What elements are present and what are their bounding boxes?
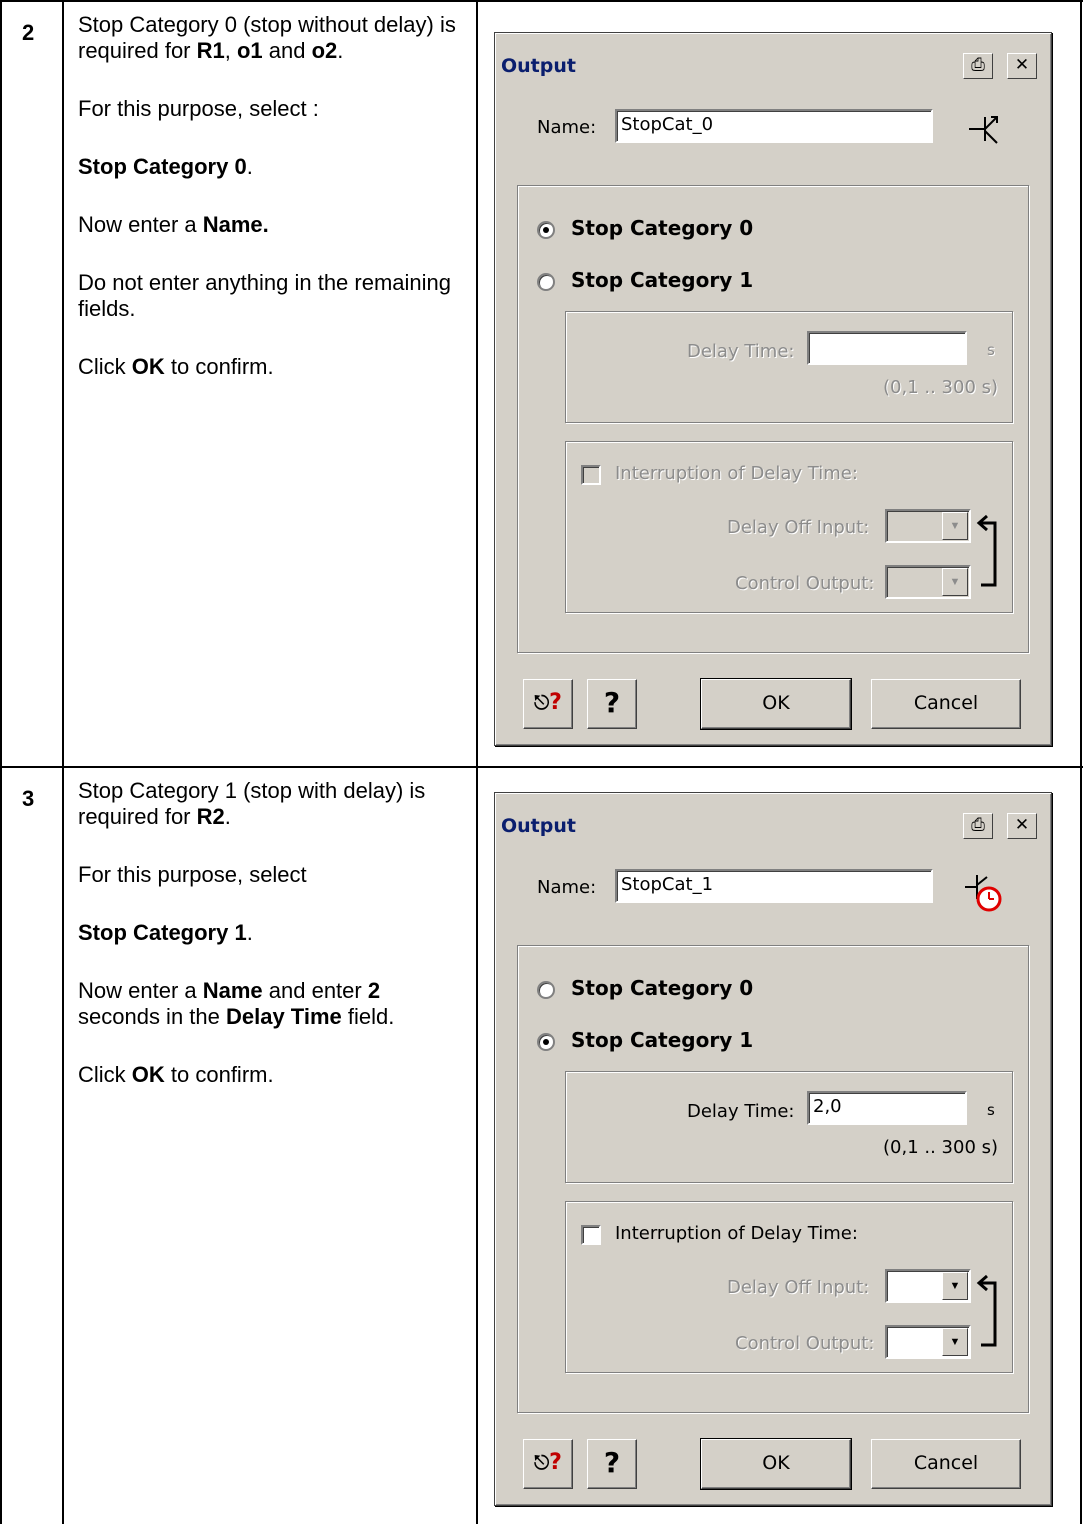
instruction-paragraph: Stop Category 0 (stop without delay) is … bbox=[78, 12, 456, 63]
control-output-label: Control Output: bbox=[735, 1333, 875, 1354]
context-help-icon: ⎋? bbox=[534, 1450, 562, 1475]
control-output-select[interactable]: ▼ bbox=[885, 565, 971, 599]
radio-stop-category-0[interactable] bbox=[537, 981, 555, 999]
printer-icon: ⎙ bbox=[971, 815, 985, 835]
close-icon: ✕ bbox=[1014, 55, 1030, 75]
radio-selected-dot bbox=[543, 227, 549, 233]
name-field[interactable]: StopCat_1 bbox=[615, 869, 933, 903]
interruption-label: Interruption of Delay Time: bbox=[615, 1223, 858, 1244]
instruction-paragraph: Click OK to confirm. bbox=[78, 354, 274, 379]
help-button[interactable]: ? bbox=[587, 1439, 637, 1489]
cancel-button[interactable]: Cancel bbox=[871, 1439, 1021, 1489]
step-instructions: Stop Category 0 (stop without delay) is … bbox=[78, 12, 468, 412]
ok-button[interactable]: OK bbox=[700, 1438, 852, 1490]
connection-bracket-icon bbox=[976, 514, 997, 587]
help-button[interactable]: ? bbox=[587, 679, 637, 729]
chevron-down-icon[interactable]: ▼ bbox=[942, 1328, 968, 1356]
radio-stop-category-1[interactable] bbox=[537, 273, 555, 291]
step-number: 2 bbox=[22, 20, 35, 45]
instruction-paragraph: Do not enter anything in the remaining f… bbox=[78, 270, 452, 321]
instruction-paragraph: Now enter a Name and enter 2 seconds in … bbox=[78, 978, 395, 1029]
dialog-title: Output bbox=[501, 815, 576, 837]
step-instructions: Stop Category 1 (stop with delay) is req… bbox=[78, 778, 468, 1120]
delay-time-unit: s bbox=[987, 341, 995, 359]
printer-icon: ⎙ bbox=[971, 55, 985, 75]
delay-off-input-select[interactable]: ▼ bbox=[885, 1269, 971, 1303]
connection-bracket-icon bbox=[976, 1274, 997, 1347]
print-button[interactable]: ⎙ bbox=[963, 53, 993, 79]
interruption-label: Interruption of Delay Time: bbox=[615, 463, 858, 484]
delay-off-input-label: Delay Off Input: bbox=[727, 517, 870, 538]
table-border-right bbox=[1080, 0, 1082, 1524]
output-dialog: Output ⎙ ✕ Name: StopCat_1 Stop Category… bbox=[494, 792, 1052, 1506]
radio-stop-category-0[interactable] bbox=[537, 221, 555, 239]
control-output-label: Control Output: bbox=[735, 573, 875, 594]
name-field[interactable]: StopCat_0 bbox=[615, 109, 933, 143]
instruction-paragraph: Stop Category 1 (stop with delay) is req… bbox=[78, 778, 426, 829]
instruction-paragraph: For this purpose, select bbox=[78, 862, 307, 887]
instruction-paragraph: Now enter a Name. bbox=[78, 212, 269, 237]
table-divider-number bbox=[62, 0, 64, 1524]
radio-selected-dot bbox=[543, 1039, 549, 1045]
print-button[interactable]: ⎙ bbox=[963, 813, 993, 839]
instruction-paragraph: Click OK to confirm. bbox=[78, 1062, 274, 1087]
radio-stop-category-1-label[interactable]: Stop Category 1 bbox=[571, 268, 753, 292]
chevron-down-icon[interactable]: ▼ bbox=[942, 1272, 968, 1300]
name-label: Name: bbox=[537, 877, 597, 898]
step-number: 3 bbox=[22, 786, 35, 811]
dialog-title: Output bbox=[501, 55, 576, 77]
cancel-button[interactable]: Cancel bbox=[871, 679, 1021, 729]
radio-stop-category-1-label[interactable]: Stop Category 1 bbox=[571, 1028, 753, 1052]
instruction-paragraph: Stop Category 0. bbox=[78, 154, 253, 179]
interruption-checkbox[interactable] bbox=[581, 1225, 601, 1245]
delay-time-range: (0,1 .. 300 s) bbox=[883, 377, 999, 398]
ok-button[interactable]: OK bbox=[700, 678, 852, 730]
output-dialog: Output ⎙ ✕ Name: StopCat_0 Stop Category… bbox=[494, 32, 1052, 746]
table-border-top bbox=[0, 0, 1083, 2]
radio-stop-category-0-label[interactable]: Stop Category 0 bbox=[571, 216, 753, 240]
delay-time-range: (0,1 .. 300 s) bbox=[883, 1137, 999, 1158]
control-output-select[interactable]: ▼ bbox=[885, 1325, 971, 1359]
table-divider-content bbox=[476, 0, 478, 1524]
chevron-down-icon[interactable]: ▼ bbox=[942, 512, 968, 540]
instruction-paragraph: Stop Category 1. bbox=[78, 920, 253, 945]
delay-off-input-label: Delay Off Input: bbox=[727, 1277, 870, 1298]
delay-time-field[interactable]: 2,0 bbox=[807, 1091, 967, 1125]
delay-time-label: Delay Time: bbox=[687, 341, 795, 362]
close-icon: ✕ bbox=[1014, 815, 1030, 835]
instruction-paragraph: For this purpose, select : bbox=[78, 96, 319, 121]
table-border-left bbox=[0, 0, 2, 1524]
radio-stop-category-0-label[interactable]: Stop Category 0 bbox=[571, 976, 753, 1000]
radio-stop-category-1[interactable] bbox=[537, 1033, 555, 1051]
delay-off-input-select[interactable]: ▼ bbox=[885, 509, 971, 543]
context-help-icon: ⎋? bbox=[534, 690, 562, 715]
delay-time-label: Delay Time: bbox=[687, 1101, 795, 1122]
close-button[interactable]: ✕ bbox=[1007, 813, 1037, 839]
close-button[interactable]: ✕ bbox=[1007, 53, 1037, 79]
delay-time-group bbox=[565, 311, 1013, 423]
interruption-checkbox[interactable] bbox=[581, 465, 601, 485]
delay-time-unit: s bbox=[987, 1101, 995, 1119]
table-row-divider bbox=[0, 766, 1083, 768]
switch-contact-icon bbox=[969, 116, 998, 144]
timer-contact-icon bbox=[965, 875, 1002, 912]
context-help-button[interactable]: ⎋? bbox=[523, 679, 573, 729]
delay-time-field[interactable] bbox=[807, 331, 967, 365]
context-help-button[interactable]: ⎋? bbox=[523, 1439, 573, 1489]
chevron-down-icon[interactable]: ▼ bbox=[942, 568, 968, 596]
name-label: Name: bbox=[537, 117, 597, 138]
delay-time-group bbox=[565, 1071, 1013, 1183]
